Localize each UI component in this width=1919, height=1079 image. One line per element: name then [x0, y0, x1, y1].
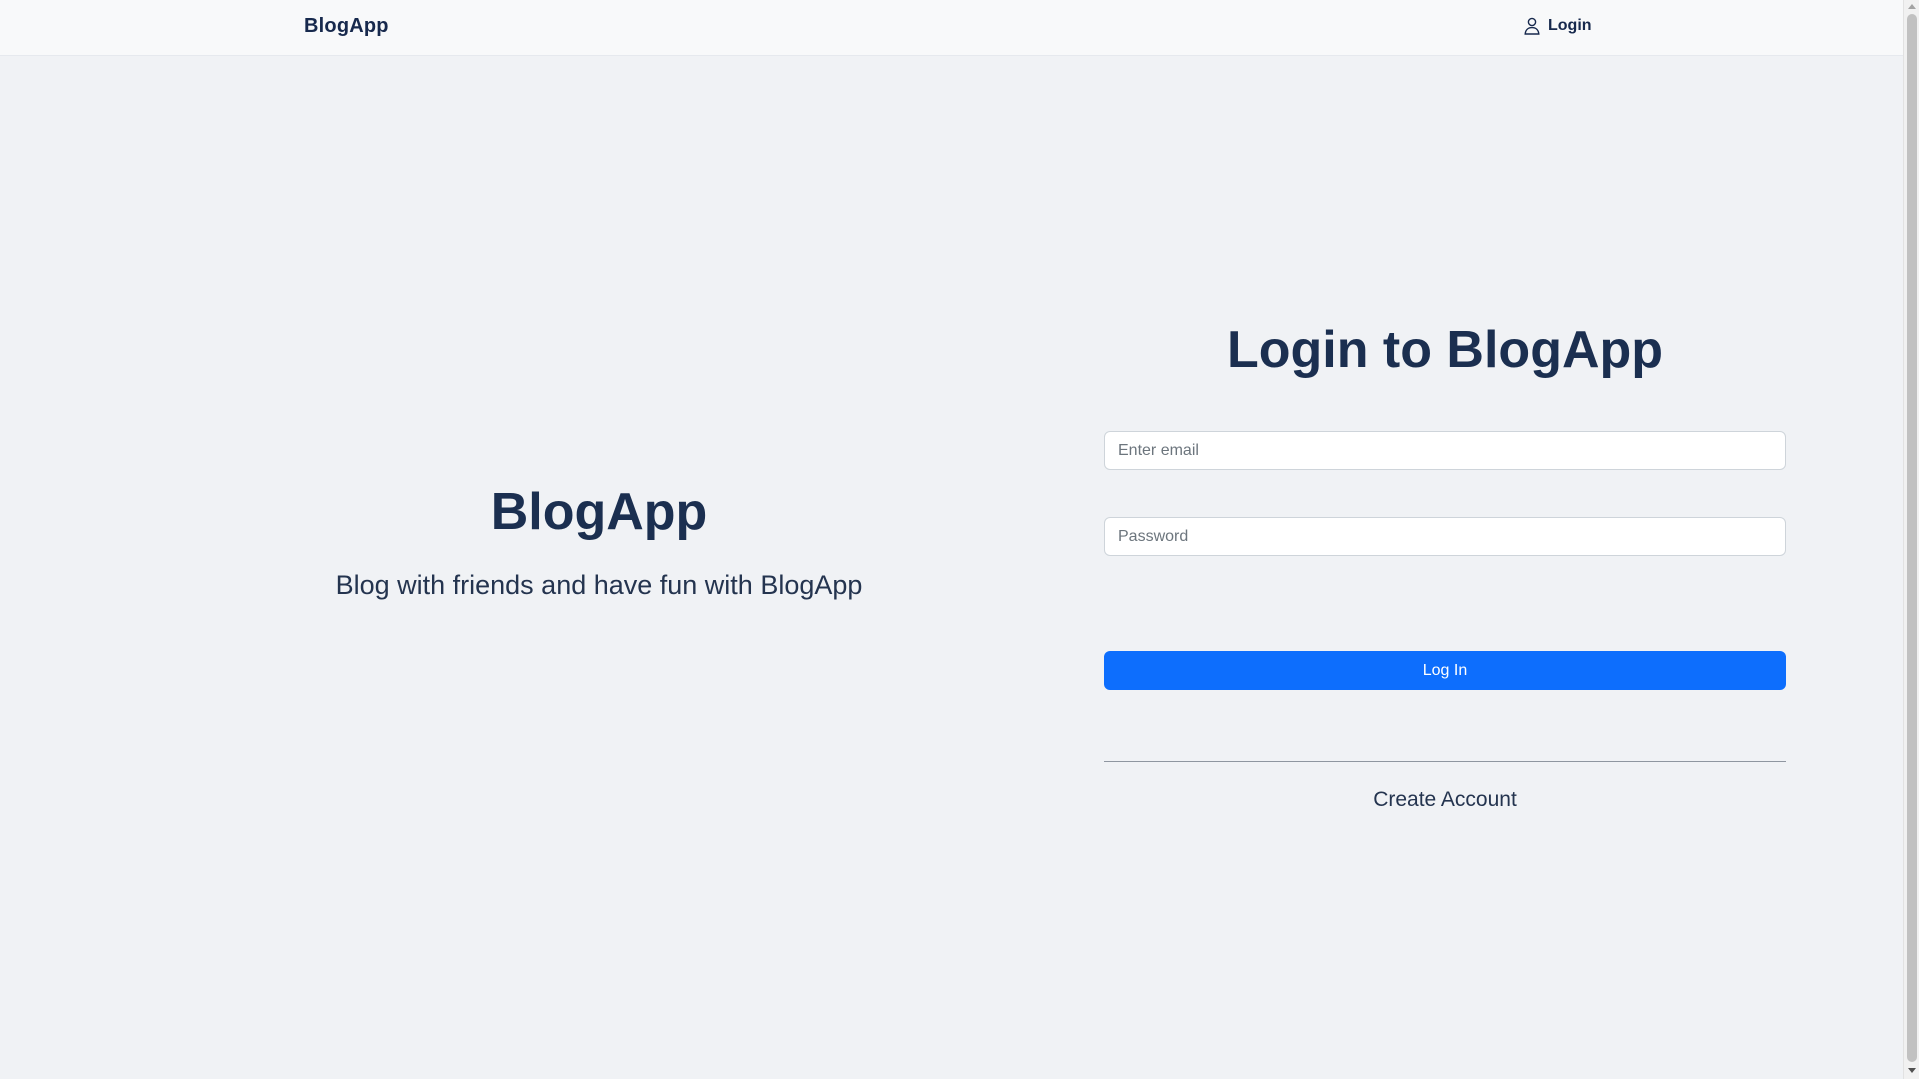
nav-login-link[interactable]: Login	[1524, 17, 1592, 35]
create-account-link[interactable]: Create Account	[1104, 788, 1786, 812]
scroll-down-arrow-icon[interactable]	[1908, 1068, 1916, 1073]
top-navbar: BlogApp Login	[0, 0, 1903, 56]
scroll-up-arrow-icon[interactable]	[1908, 4, 1916, 9]
nav-login-label: Login	[1548, 17, 1592, 34]
page: BlogApp Login BlogApp Blog with friends …	[0, 0, 1919, 1079]
hero-title: BlogApp	[490, 483, 708, 541]
vertical-scrollbar[interactable]	[1903, 0, 1919, 1079]
login-heading: Login to BlogApp	[1226, 321, 1664, 379]
hero-subtitle: Blog with friends and have fun with Blog…	[335, 570, 863, 600]
divider	[1104, 761, 1786, 762]
password-input[interactable]	[1104, 517, 1786, 556]
scrollbar-thumb[interactable]	[1907, 14, 1917, 1062]
email-input[interactable]	[1104, 431, 1786, 470]
user-icon	[1524, 17, 1540, 35]
log-in-button[interactable]: Log In	[1104, 651, 1786, 690]
brand-link[interactable]: BlogApp	[304, 15, 389, 38]
